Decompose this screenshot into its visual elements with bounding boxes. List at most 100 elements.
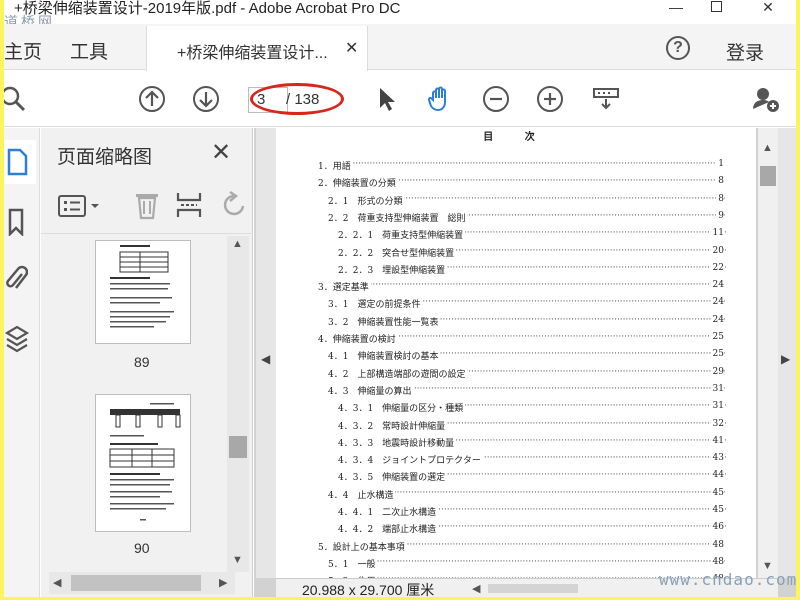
toc-entry-title: 4．3．2 常時設計伸縮量 (338, 418, 448, 432)
toc-entry[interactable]: ········································… (276, 210, 756, 228)
toc-entry-page: 8 (716, 193, 724, 204)
toc-entry[interactable]: ········································… (276, 159, 756, 176)
fit-page-icon[interactable] (592, 85, 620, 113)
help-icon[interactable]: ? (666, 36, 690, 60)
toc-entry-title: 3．選定基準 (318, 280, 371, 294)
toc-entry[interactable]: ········································… (276, 193, 756, 211)
toc-entry[interactable]: ········································… (276, 314, 756, 332)
tab-home[interactable]: 主页 (4, 37, 42, 64)
document-vertical-scrollbar[interactable]: ▲ ▼ (758, 128, 778, 578)
toc-entry[interactable]: ········································… (276, 435, 756, 453)
toc-entry[interactable]: ········································… (276, 487, 756, 505)
tab-tools[interactable]: 工具 (70, 37, 108, 64)
page-thumbnails-icon[interactable] (6, 148, 28, 176)
thumbnail-options-icon[interactable] (57, 194, 105, 218)
thumbnail-page-90[interactable] (95, 394, 191, 532)
document-scroll-thumb[interactable] (760, 166, 776, 186)
toc-entry[interactable]: ········································… (276, 366, 756, 384)
toc-entry-title: 2．2．3 埋設型伸縮装置 (338, 262, 448, 276)
scroll-right-arrow-icon[interactable]: ▶ (219, 576, 227, 589)
toc-entry-page: 46 (710, 522, 724, 533)
scroll-down-arrow-icon[interactable]: ▼ (232, 554, 243, 566)
toc-entry-page: 24 (710, 314, 724, 325)
collapse-left-pane-button[interactable]: ◀ (256, 128, 276, 578)
delete-page-icon[interactable] (133, 190, 161, 220)
doc-scroll-up-icon[interactable]: ▲ (762, 142, 773, 154)
toc-entry-title: 2．2．2 突合せ型伸縮装置 (338, 245, 457, 259)
next-page-icon[interactable] (192, 85, 220, 113)
scroll-up-arrow-icon[interactable]: ▲ (232, 238, 243, 250)
insert-page-icon[interactable] (175, 190, 203, 220)
toc-leader-dots: ········································… (328, 556, 726, 567)
thumbnail-page-89[interactable] (95, 240, 191, 344)
close-window-button[interactable]: ✕ (748, 0, 788, 18)
toc-entry[interactable]: ········································… (276, 297, 756, 314)
search-icon[interactable] (4, 85, 28, 113)
toc-entry-title: 5．設計上の基本事項 (318, 539, 407, 553)
toc-entry[interactable]: ········································… (276, 245, 756, 263)
collapse-right-pane-button[interactable]: ▶ (778, 128, 796, 578)
left-tool-rail (4, 128, 40, 597)
toc-entry-page: 1 (716, 159, 724, 169)
thumbnail-panel: 页面缩略图 ✕ 89 90 ▲ ▼ ◀ ▶ (41, 128, 253, 597)
toc-entry[interactable]: ········································… (276, 383, 756, 401)
toc-entry-page: 11 (710, 228, 724, 239)
toc-entry-title: 4．3 伸縮量の算出 (328, 383, 414, 397)
toc-entry[interactable]: ········································… (276, 539, 756, 557)
toc-entry[interactable]: ········································… (276, 176, 756, 193)
hand-tool-icon[interactable] (426, 85, 454, 113)
page-dimensions: 20.988 x 29.700 厘米 (302, 582, 435, 597)
title-bar: +桥梁伸缩装置设计-2019年版.pdf - Adobe Acrobat Pro… (4, 0, 796, 20)
toc-entry[interactable]: ········································… (276, 505, 756, 522)
minimize-button[interactable]: — (656, 0, 696, 18)
toc-entry-title: 2．1 形式の分類 (328, 193, 405, 207)
bookmarks-icon[interactable] (6, 208, 28, 236)
attachments-icon[interactable] (6, 264, 28, 294)
toc-entry-title: 4．1 伸縮装置検討の基本 (328, 349, 441, 363)
toc-entry[interactable]: ········································… (276, 453, 756, 470)
toc-entry-page: 8 (716, 176, 724, 187)
toc-entry[interactable]: ········································… (276, 522, 756, 539)
close-tab-icon[interactable]: ✕ (345, 38, 358, 58)
pdf-page: 目 次 ····································… (276, 128, 756, 578)
toc-entry[interactable]: ········································… (276, 470, 756, 487)
thumbnail-horizontal-scrollbar[interactable]: ◀ ▶ (49, 572, 235, 594)
toc-entry-page: 24 (710, 280, 724, 291)
toc-entry[interactable]: ········································… (276, 418, 756, 436)
toc-entry[interactable]: ········································… (276, 262, 756, 280)
toc-entry[interactable]: ········································… (276, 280, 756, 297)
add-user-icon[interactable] (752, 85, 780, 113)
thumbnail-scroll-thumb[interactable] (229, 436, 247, 458)
select-cursor-icon[interactable] (372, 85, 400, 113)
status-scroll-track[interactable] (488, 584, 578, 593)
zoom-out-icon[interactable] (482, 85, 510, 113)
thumbnail-hscroll-thumb[interactable] (71, 575, 201, 591)
toc-entry-page: 31 (710, 401, 724, 412)
previous-page-icon[interactable] (138, 85, 166, 113)
rotate-page-icon[interactable] (217, 190, 245, 220)
toc-entry-title: 4．3．4 ジョイントプロテクター (338, 453, 483, 467)
toc-entry[interactable]: ········································… (276, 228, 756, 245)
toc-entry-page: 41 (710, 435, 724, 446)
toc-entry[interactable]: ········································… (276, 332, 756, 349)
zoom-in-icon[interactable] (536, 85, 564, 113)
login-button[interactable]: 登录 (726, 38, 764, 65)
toc-entry-page: 32 (710, 418, 724, 429)
toc-heading: 目 次 (483, 132, 549, 143)
toc-entry-page: 9 (716, 210, 724, 221)
maximize-button[interactable] (696, 0, 736, 18)
toc-entry-title: 3．2 伸縮装置性能一覧表 (328, 314, 441, 328)
maximize-icon (710, 1, 722, 12)
thumbnail-vertical-scrollbar[interactable]: ▲ ▼ (227, 236, 249, 572)
scroll-left-arrow-icon[interactable]: ◀ (53, 576, 61, 589)
close-panel-icon[interactable]: ✕ (211, 138, 231, 167)
tab-document[interactable]: +桥梁伸缩装置设计... ✕ (146, 26, 368, 71)
toc-entry-page: 22 (710, 262, 724, 273)
status-scroll-left-icon[interactable]: ◀ (472, 582, 480, 595)
toc-entry-page: 24 (710, 297, 724, 308)
toc-entry-title: 2．2．1 荷重支持型伸縮装置 (338, 228, 466, 242)
layers-icon[interactable] (4, 324, 30, 354)
toc-entry-page: 44 (710, 470, 724, 481)
toc-entry[interactable]: ········································… (276, 401, 756, 418)
toc-entry[interactable]: ········································… (276, 349, 756, 366)
